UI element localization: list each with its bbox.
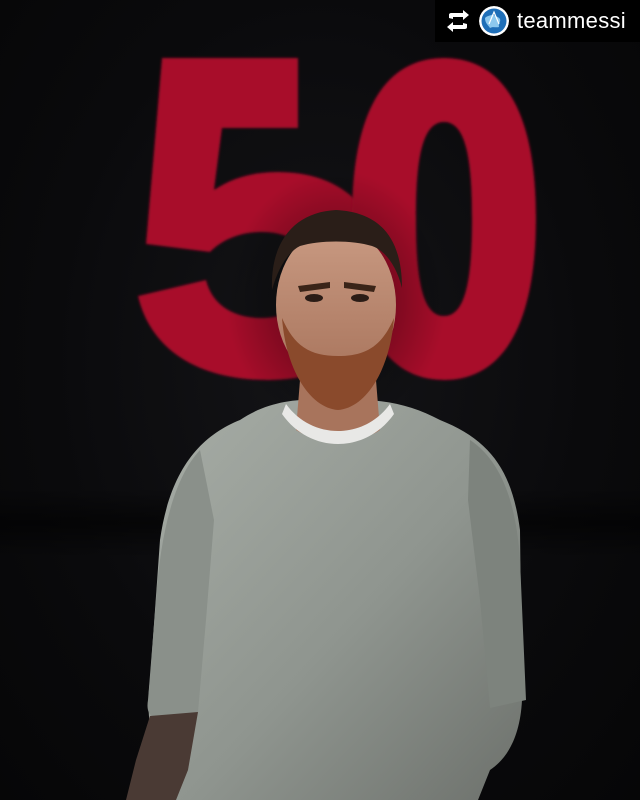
video-frame: teammessi xyxy=(0,0,640,800)
man-in-grey-sweatshirt xyxy=(126,170,526,800)
globe-avatar-icon xyxy=(478,6,509,36)
left-eye xyxy=(305,294,323,302)
right-eye xyxy=(351,294,369,302)
repost-icon xyxy=(446,10,469,32)
account-handle[interactable]: teammessi xyxy=(517,8,626,34)
repost-overlay: teammessi xyxy=(434,0,640,42)
